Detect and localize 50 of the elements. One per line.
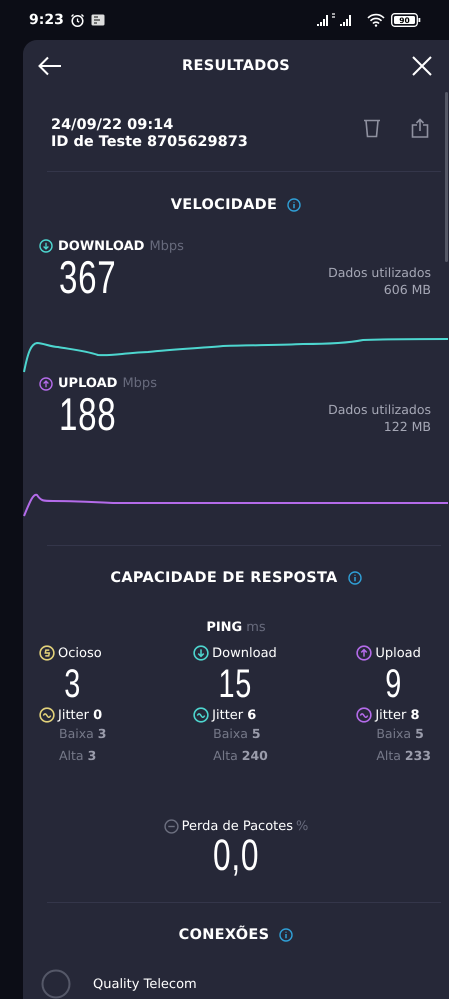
high-text: Alta 233: [375, 747, 431, 766]
info-icon[interactable]: [287, 198, 302, 212]
data-used-value: 122 MB: [384, 418, 431, 436]
provider-icon: [41, 969, 71, 999]
speed-unit: Mbps: [122, 376, 157, 392]
ping-value: 3: [64, 664, 82, 704]
low-text: Baixa 3: [58, 725, 106, 744]
packet-loss-unit: %: [296, 819, 308, 834]
packet-loss-label: Perda de Pacotes: [182, 819, 294, 834]
info-icon[interactable]: [348, 571, 362, 586]
jitter-text: Jitter 0: [58, 708, 102, 723]
data-used-label: Dados utilizados: [328, 264, 431, 281]
ping-label: PING: [206, 620, 242, 636]
packet-loss-value: 0,0: [212, 834, 260, 878]
high-text: Alta 240: [212, 747, 269, 766]
ping-unit: ms: [246, 620, 266, 636]
info-icon[interactable]: [279, 928, 294, 942]
notification-icon: [90, 14, 105, 26]
test-id: ID de Teste 8705629873: [51, 134, 249, 152]
section-title: CAPACIDADE DE RESPOSTA: [110, 570, 338, 586]
idle-icon: [39, 645, 55, 662]
jitter-text: Jitter 8: [375, 708, 420, 723]
status-time: 9:23: [29, 12, 64, 28]
speed-value: 367: [59, 254, 116, 300]
ping-type-label: Upload: [375, 646, 421, 661]
speed-label: DOWNLOAD: [58, 238, 144, 254]
ping-value: 15: [218, 664, 252, 704]
jitter-text: Jitter 6: [212, 708, 256, 723]
test-datetime: 24/09/22 09:14: [51, 117, 174, 134]
section-title: VELOCIDADE: [170, 196, 278, 213]
screen-title: RESULTADOS: [182, 58, 290, 74]
high-text: Alta 3: [58, 747, 98, 766]
data-used-value: 606 MB: [384, 280, 431, 298]
ping-value: 9: [385, 664, 402, 704]
wave-icon: [193, 707, 210, 724]
wave-icon: [356, 707, 372, 724]
packet-loss-icon: [164, 819, 179, 834]
wave-icon: [39, 707, 55, 724]
ping-type-label: Download: [212, 646, 277, 661]
data-used-label: Dados utilizados: [328, 401, 431, 418]
alarm-icon: [70, 12, 85, 28]
low-text: Baixa 5: [212, 725, 262, 744]
ping-type-label: Ocioso: [58, 646, 102, 661]
speed-unit: Mbps: [149, 238, 184, 254]
speed-value: 188: [59, 391, 116, 438]
wifi-icon: [367, 13, 385, 27]
speed-label: UPLOAD: [58, 376, 118, 392]
low-text: Baixa 5: [375, 725, 425, 744]
section-title: CONEXÕES: [178, 927, 270, 943]
provider-name: Quality Telecom: [93, 976, 197, 992]
